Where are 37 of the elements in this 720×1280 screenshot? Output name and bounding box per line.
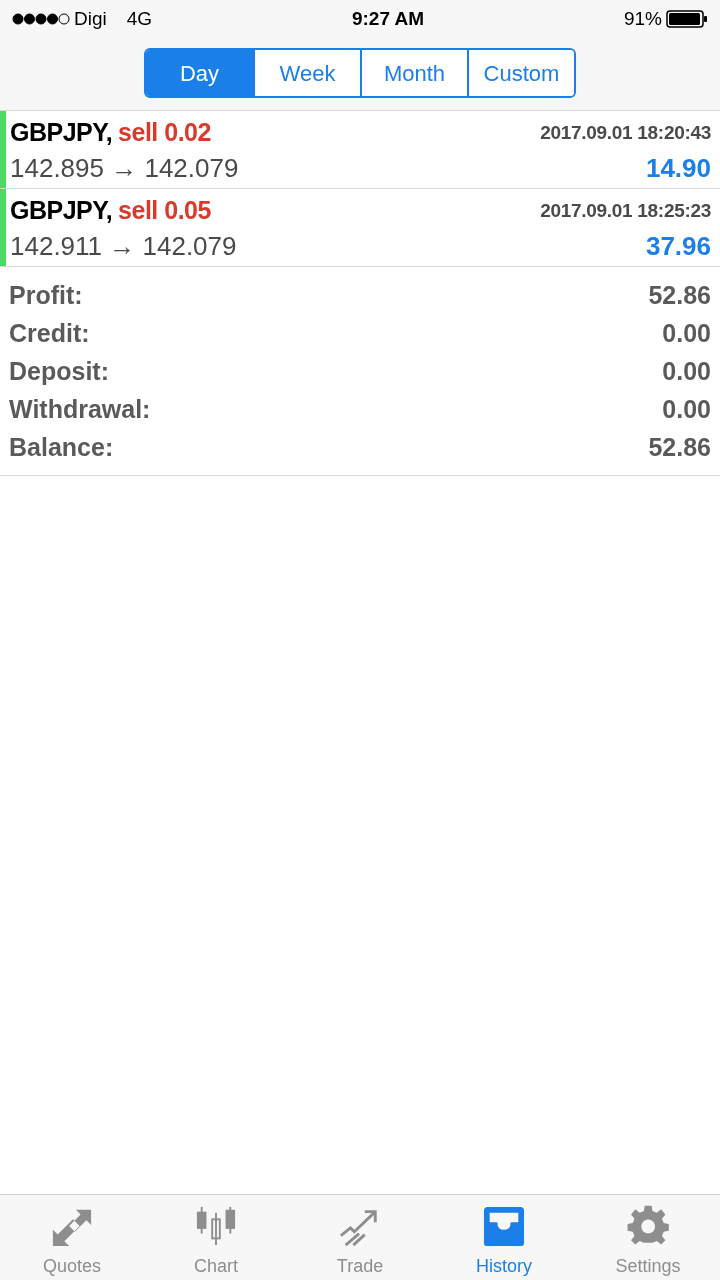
summary-value: 0.00	[662, 318, 711, 350]
summary-label: Credit:	[9, 318, 90, 350]
network-type: 4G	[126, 6, 153, 31]
deal-profit: 37.96	[645, 229, 711, 263]
tab-bar-item[interactable]: History	[432, 1195, 576, 1280]
deal-symbol: GBPJPY,	[10, 195, 113, 227]
deal-profit: 14.90	[645, 151, 711, 185]
summary-value: 52.86	[648, 432, 711, 464]
deal-side: sell 0.05	[118, 195, 211, 227]
clock-time: 9:27 AM	[351, 6, 425, 31]
deal-symbol: GBPJPY,	[10, 117, 113, 149]
summary-label: Profit:	[9, 280, 83, 312]
summary-value: 0.00	[662, 394, 711, 426]
deal-time: 2017.09.01 18:20:43	[540, 120, 711, 145]
summary-value: 52.86	[648, 280, 711, 312]
deal-prices: 142.911 → 142.079	[10, 229, 237, 263]
period-tab[interactable]: Week	[253, 50, 360, 96]
signal-icon	[12, 13, 70, 25]
tab-bar-item[interactable]: Trade	[288, 1195, 432, 1280]
carrier-name: Digi	[74, 6, 107, 31]
tab-bar-item[interactable]: Chart	[144, 1195, 288, 1280]
tab-bar-item[interactable]: Settings	[576, 1195, 720, 1280]
tab-bar-item[interactable]: Quotes	[0, 1195, 144, 1280]
summary-label: Deposit:	[9, 356, 109, 388]
deal-prices: 142.895 → 142.079	[10, 151, 239, 185]
summary-label: Balance:	[9, 432, 114, 464]
period-tab[interactable]: Month	[360, 50, 467, 96]
summary-value: 0.00	[662, 356, 711, 388]
deal-side: sell 0.02	[118, 117, 211, 149]
deal-time: 2017.09.01 18:25:23	[540, 198, 711, 223]
deal-row[interactable]: GBPJPY, sell 0.02 2017.09.01 18:20:43 142.895 → 142.079 14.90	[0, 111, 720, 189]
summary-label: Withdrawal:	[9, 394, 151, 426]
period-tab[interactable]: Day	[146, 50, 253, 96]
deal-row[interactable]: GBPJPY, sell 0.05 2017.09.01 18:25:23 142.911 → 142.079 37.96	[0, 189, 720, 267]
battery-percent: 91%	[623, 6, 662, 31]
battery-icon	[666, 10, 708, 28]
period-tab[interactable]: Custom	[467, 50, 574, 96]
